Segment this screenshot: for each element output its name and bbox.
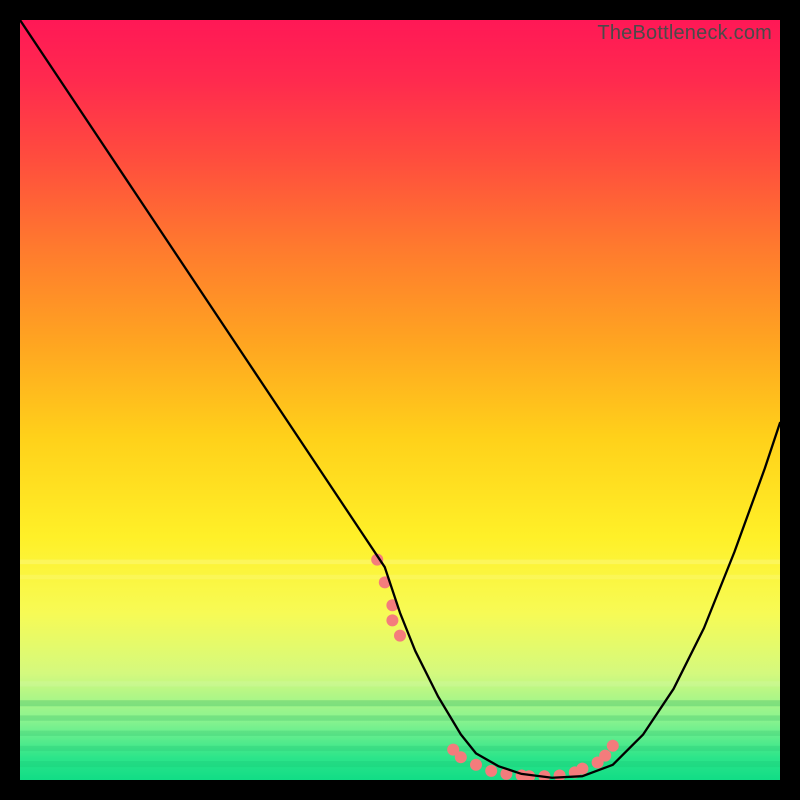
scatter-point [599, 750, 611, 762]
scatter-point [394, 630, 406, 642]
scatter-point [470, 759, 482, 771]
scatter-point [485, 765, 497, 777]
gradient-background [20, 20, 780, 780]
scatter-point [455, 751, 467, 763]
chart-frame: TheBottleneck.com [20, 20, 780, 780]
scatter-point [576, 763, 588, 775]
scatter-point [386, 614, 398, 626]
bottleneck-chart [20, 20, 780, 780]
scatter-point [607, 740, 619, 752]
watermark-text: TheBottleneck.com [597, 22, 772, 45]
